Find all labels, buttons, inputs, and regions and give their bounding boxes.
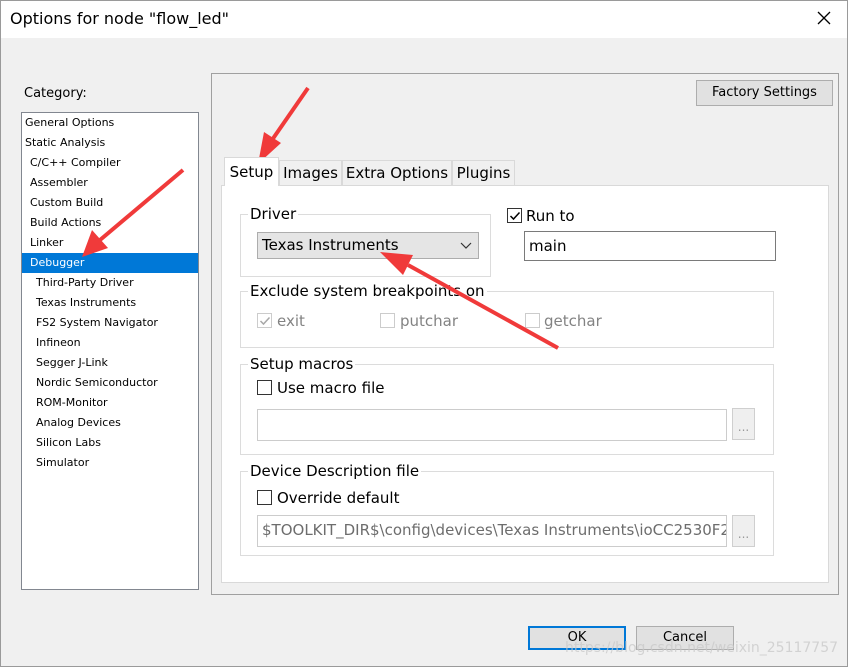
category-item-debugger[interactable]: Debugger <box>22 253 198 273</box>
tab-plugins[interactable]: Plugins <box>452 160 515 185</box>
tab-extra-options[interactable]: Extra Options <box>342 160 452 185</box>
putchar-checkbox[interactable] <box>380 313 395 328</box>
macro-browse-button[interactable]: ... <box>732 408 755 440</box>
factory-settings-button[interactable]: Factory Settings <box>696 80 833 106</box>
category-item-third-party-driver[interactable]: Third-Party Driver <box>22 273 198 293</box>
use-macro-file-label: Use macro file <box>277 379 385 397</box>
putchar-label: putchar <box>400 312 459 330</box>
title-bar: Options for node "flow_led" <box>0 0 848 38</box>
category-item-fs2-system-navigator[interactable]: FS2 System Navigator <box>22 313 198 333</box>
category-item-general-options[interactable]: General Options <box>22 113 198 133</box>
category-item-analog-devices[interactable]: Analog Devices <box>22 413 198 433</box>
category-item-simulator[interactable]: Simulator <box>22 453 198 473</box>
use-macro-file-checkbox[interactable] <box>257 380 272 395</box>
macro-file-path-input[interactable] <box>257 409 727 441</box>
category-item-rom-monitor[interactable]: ROM-Monitor <box>22 393 198 413</box>
category-label: Category: <box>24 86 87 101</box>
category-item-nordic-semiconductor[interactable]: Nordic Semiconductor <box>22 373 198 393</box>
override-default-checkbox[interactable] <box>257 490 272 505</box>
category-item-static-analysis[interactable]: Static Analysis <box>22 133 198 153</box>
run-to-label: Run to <box>526 207 575 225</box>
category-item-linker[interactable]: Linker <box>22 233 198 253</box>
getchar-label: getchar <box>544 312 602 330</box>
getchar-checkbox[interactable] <box>525 313 540 328</box>
run-to-checkbox[interactable] <box>507 208 522 223</box>
checkmark-icon <box>509 211 521 221</box>
category-item-silicon-labs[interactable]: Silicon Labs <box>22 433 198 453</box>
exit-label: exit <box>277 312 305 330</box>
chevron-down-icon <box>460 242 472 249</box>
category-item-assembler[interactable]: Assembler <box>22 173 198 193</box>
category-item-c-cpp-compiler[interactable]: C/C++ Compiler <box>22 153 198 173</box>
category-item-texas-instruments[interactable]: Texas Instruments <box>22 293 198 313</box>
exclude-breakpoints-title: Exclude system breakpoints on <box>248 282 487 300</box>
close-icon[interactable] <box>814 8 834 28</box>
window-title: Options for node "flow_led" <box>10 9 230 28</box>
run-to-input[interactable]: main <box>524 231 776 261</box>
category-item-build-actions[interactable]: Build Actions <box>22 213 198 233</box>
watermark: https://blog.csdn.net/weixin_25117757 <box>565 640 839 656</box>
driver-select-value: Texas Instruments <box>262 236 399 254</box>
tab-setup[interactable]: Setup <box>224 157 279 186</box>
checkmark-icon <box>259 316 271 326</box>
category-item-infineon[interactable]: Infineon <box>22 333 198 353</box>
device-description-title: Device Description file <box>248 462 422 480</box>
category-list[interactable]: General Options Static Analysis C/C++ Co… <box>21 112 199 590</box>
category-item-custom-build[interactable]: Custom Build <box>22 193 198 213</box>
setup-macros-title: Setup macros <box>248 355 356 373</box>
exit-checkbox[interactable] <box>257 313 272 328</box>
override-default-label: Override default <box>277 489 400 507</box>
tab-images[interactable]: Images <box>279 160 342 185</box>
ddf-path-input[interactable]: $TOOLKIT_DIR$\config\devices\Texas Instr… <box>257 515 727 547</box>
category-item-segger-j-link[interactable]: Segger J-Link <box>22 353 198 373</box>
ddf-browse-button[interactable]: ... <box>732 515 755 547</box>
driver-select[interactable]: Texas Instruments <box>257 232 479 259</box>
driver-group-title: Driver <box>248 205 299 223</box>
